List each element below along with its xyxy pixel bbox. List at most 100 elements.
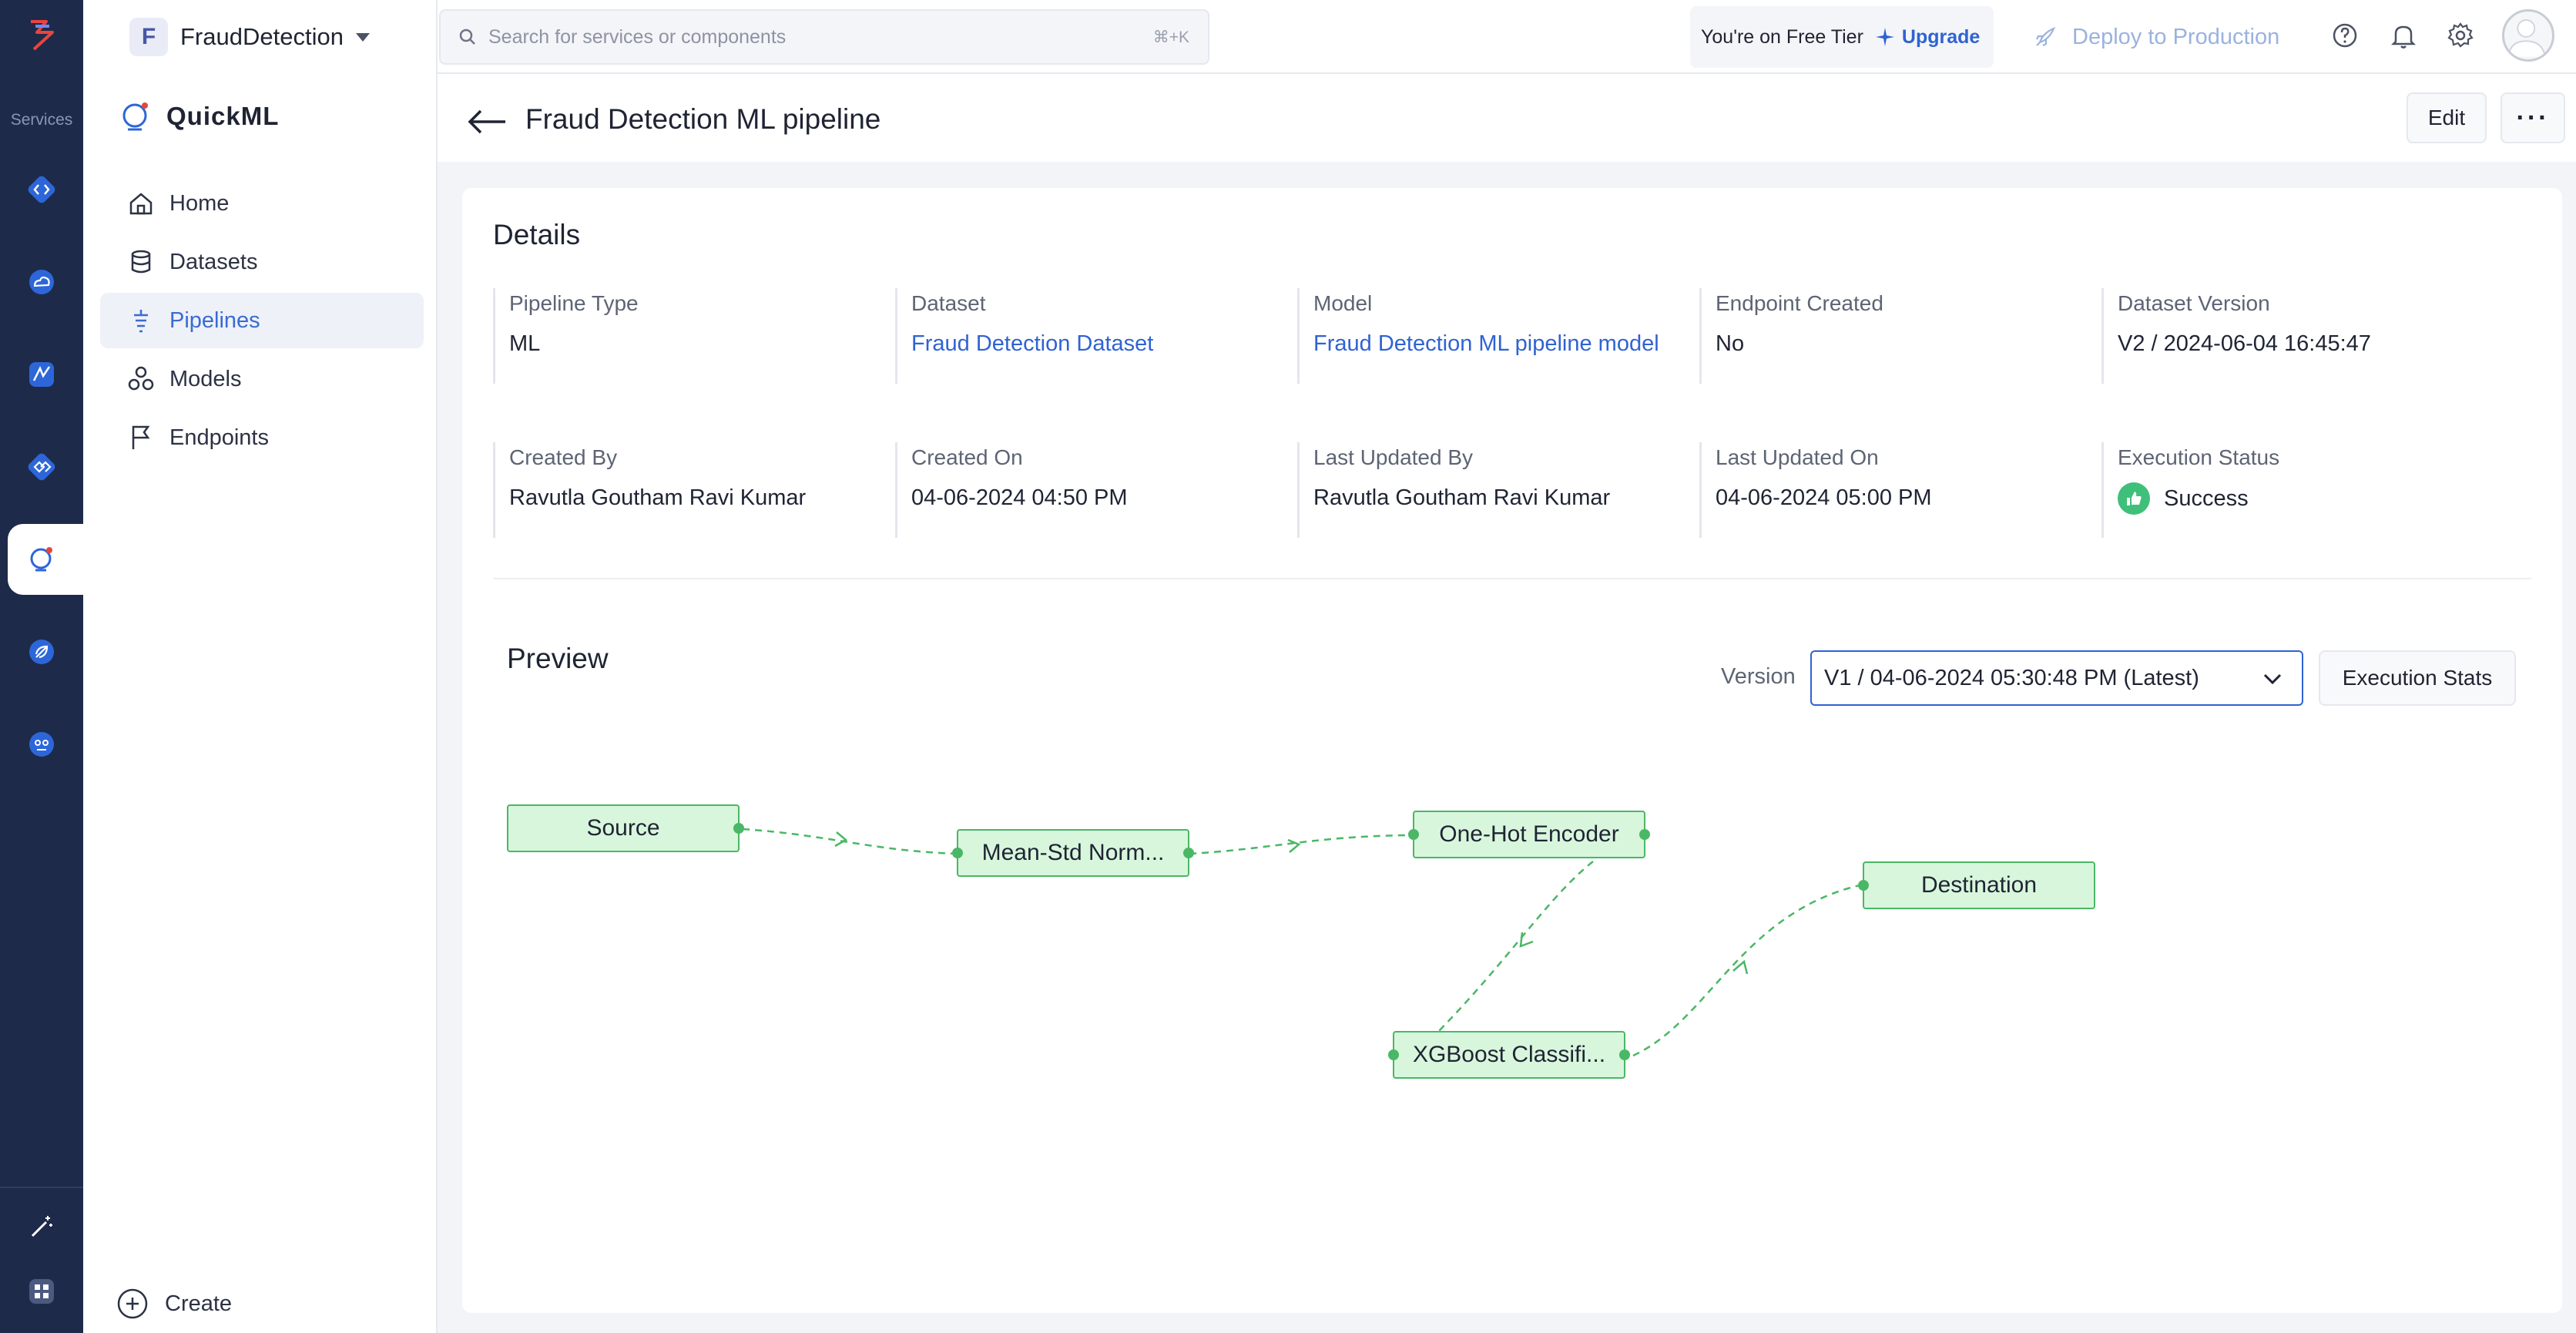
upgrade-label: Upgrade	[1901, 25, 1981, 48]
analytics-service-icon[interactable]	[18, 351, 65, 398]
edge-arrow-3	[1519, 932, 1534, 948]
node-label: Mean-Std Norm...	[981, 840, 1165, 865]
sidebar: F FraudDetection QuickML Home Datasets P…	[83, 0, 438, 1333]
integration-service-icon[interactable]	[18, 444, 65, 490]
sidebar-item-endpoints[interactable]: Endpoints	[100, 410, 424, 465]
field-value: ML	[509, 331, 541, 356]
field-value: V2 / 2024-06-04 16:45:47	[2118, 331, 2371, 356]
quickml-icon[interactable]	[18, 536, 65, 583]
code-service-icon[interactable]	[18, 166, 65, 213]
app-title: QuickML	[119, 99, 279, 134]
page-header: Fraud Detection ML pipeline Edit ···	[438, 74, 2576, 162]
field-dataset-version: Dataset Version V2 / 2024-06-04 16:45:47	[2101, 288, 2487, 384]
field-execution-status: Execution Status Success	[2101, 442, 2487, 538]
pipeline-node-encoder[interactable]: One-Hot Encoder	[1408, 811, 1650, 858]
node-input-handle[interactable]	[1388, 1049, 1399, 1060]
field-created-by: Created By Ravutla Goutham Ravi Kumar	[493, 442, 878, 538]
deploy-label: Deploy to Production	[2072, 24, 2280, 49]
apps-grid-icon[interactable]	[18, 1268, 65, 1315]
rocket-service-icon[interactable]	[18, 629, 65, 675]
model-link[interactable]: Fraud Detection ML pipeline model	[1313, 331, 1682, 357]
node-label: Destination	[1920, 872, 2038, 898]
field-label: Created On	[911, 445, 1023, 469]
user-avatar[interactable]	[2502, 9, 2554, 62]
sparkle-icon	[1875, 28, 1894, 46]
field-label: Created By	[509, 445, 618, 469]
back-arrow-icon[interactable]	[465, 106, 508, 137]
chevron-down-icon	[2263, 673, 2282, 685]
version-select[interactable]: V1 / 04-06-2024 05:30:48 PM (Latest)	[1810, 650, 2303, 706]
home-icon	[129, 193, 153, 215]
pipeline-node-normalizer[interactable]: Mean-Std Norm...	[952, 829, 1194, 877]
field-endpoint-created: Endpoint Created No	[1699, 288, 2085, 384]
node-label: XGBoost Classifi...	[1412, 1042, 1606, 1067]
tier-text: You're on Free Tier	[1701, 25, 1863, 48]
field-last-updated-on: Last Updated On 04-06-2024 05:00 PM	[1699, 442, 2085, 538]
search-shortcut: ⌘+K	[1152, 28, 1189, 46]
field-label: Model	[1313, 291, 1373, 315]
pipeline-icon	[134, 310, 148, 333]
rail-divider	[0, 1187, 83, 1188]
pipeline-details-card: Details Pipeline Type ML Dataset Fraud D…	[462, 188, 2562, 1313]
deploy-to-production-button[interactable]: Deploy to Production	[2032, 17, 2279, 57]
pipeline-node-destination[interactable]: Destination	[1858, 861, 2095, 909]
field-last-updated-by: Last Updated By Ravutla Goutham Ravi Kum…	[1297, 442, 1682, 538]
search-input[interactable]: Search for services or components ⌘+K	[439, 9, 1209, 65]
app-title-text: QuickML	[166, 102, 280, 130]
node-output-handle[interactable]	[733, 823, 744, 834]
horizontal-scrollbar[interactable]	[438, 1316, 2576, 1333]
caret-down-icon	[355, 32, 370, 42]
node-input-handle[interactable]	[1858, 880, 1869, 891]
field-label: Pipeline Type	[509, 291, 639, 315]
flag-icon	[132, 425, 150, 449]
edit-button[interactable]: Edit	[2407, 92, 2487, 143]
thumbs-up-icon	[2118, 482, 2150, 515]
status-badge: Success	[2118, 482, 2487, 515]
sidebar-item-datasets[interactable]: Datasets	[100, 234, 424, 290]
upgrade-link[interactable]: Upgrade	[1874, 26, 1980, 49]
node-label: One-Hot Encoder	[1439, 821, 1619, 847]
field-value: 04-06-2024 04:50 PM	[911, 485, 1128, 510]
node-output-handle[interactable]	[1183, 848, 1194, 858]
bot-service-icon[interactable]	[18, 721, 65, 767]
create-button[interactable]: Create	[116, 1287, 232, 1321]
field-model: Model Fraud Detection ML pipeline model	[1297, 288, 1682, 384]
magic-wand-icon[interactable]	[18, 1204, 65, 1250]
pipeline-node-xgboost[interactable]: XGBoost Classifi...	[1388, 1031, 1630, 1079]
services-label: Services	[10, 111, 73, 129]
bell-icon[interactable]	[2388, 20, 2419, 51]
help-icon[interactable]	[2329, 20, 2360, 51]
node-input-handle[interactable]	[952, 848, 963, 858]
sidebar-item-pipelines[interactable]: Pipelines	[100, 293, 424, 348]
sidebar-item-label: Home	[169, 190, 230, 216]
catalyst-logo-icon[interactable]	[23, 15, 62, 54]
search-placeholder: Search for services or components	[488, 25, 787, 48]
database-icon	[131, 250, 151, 274]
edge-normalizer-to-encoder	[1189, 834, 1406, 855]
edge-xgboost-to-destination	[1632, 883, 1863, 1057]
version-label: Version	[1721, 664, 1796, 689]
field-pipeline-type: Pipeline Type ML	[493, 288, 878, 384]
field-value: 04-06-2024 05:00 PM	[1716, 485, 1932, 510]
field-label: Dataset	[911, 291, 986, 315]
more-options-button[interactable]: ···	[2501, 92, 2565, 143]
pipeline-node-source[interactable]: Source	[507, 804, 744, 852]
project-switcher[interactable]: F FraudDetection	[129, 17, 370, 57]
gear-icon[interactable]	[2445, 20, 2476, 51]
sidebar-item-home[interactable]: Home	[100, 176, 424, 231]
cloud-service-icon[interactable]	[18, 259, 65, 305]
rocket-icon	[2036, 26, 2056, 46]
sidebar-item-models[interactable]: Models	[100, 351, 424, 407]
version-select-value: V1 / 04-06-2024 05:30:48 PM (Latest)	[1824, 665, 2199, 690]
top-bar: Search for services or components ⌘+K Yo…	[438, 0, 2576, 74]
section-divider	[493, 578, 2531, 579]
sidebar-item-label: Pipelines	[169, 307, 260, 333]
sidebar-item-label: Datasets	[169, 249, 258, 274]
execution-stats-button[interactable]: Execution Stats	[2319, 650, 2516, 706]
node-output-handle[interactable]	[1639, 829, 1650, 840]
page-title: Fraud Detection ML pipeline	[525, 103, 881, 135]
node-output-handle[interactable]	[1619, 1049, 1630, 1060]
node-input-handle[interactable]	[1408, 829, 1419, 840]
dataset-link[interactable]: Fraud Detection Dataset	[911, 331, 1280, 357]
create-label: Create	[165, 1291, 233, 1316]
